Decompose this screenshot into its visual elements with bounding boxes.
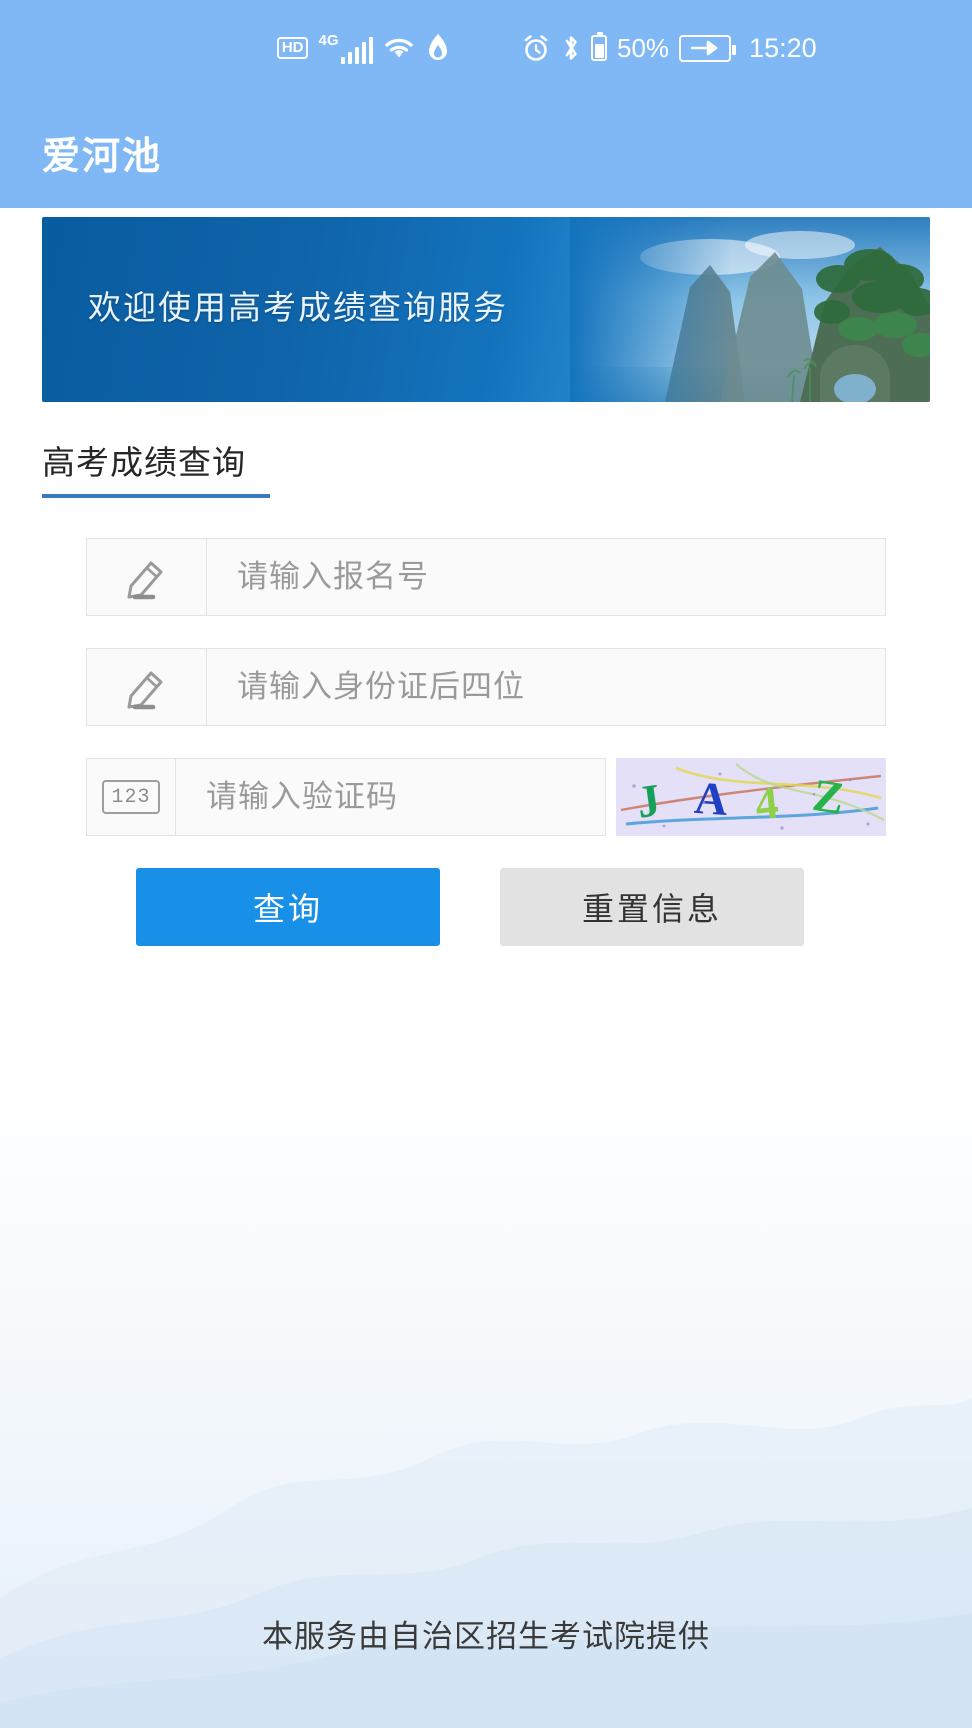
- captcha-char-2: A: [693, 772, 730, 825]
- id-last-four-field[interactable]: [86, 648, 886, 726]
- charging-battery-icon: [679, 34, 737, 62]
- footer-note: 本服务由自治区招生考试院提供: [262, 1619, 710, 1654]
- app-bar: 爱河池: [0, 96, 972, 208]
- wifi-icon: [383, 35, 415, 61]
- form-actions: 查询 重置信息: [86, 868, 886, 946]
- pencil-icon: [87, 539, 207, 615]
- welcome-banner: 欢迎使用高考成绩查询服务: [42, 217, 930, 402]
- score-query-form: 123 J A 4 Z: [86, 538, 886, 946]
- numeric-123-glyph: 123: [102, 780, 160, 814]
- app-title: 爱河池: [42, 135, 163, 178]
- tab-gaokao-score-query[interactable]: 高考成绩查询: [42, 436, 930, 484]
- tab-active-underline: [42, 494, 270, 498]
- bluetooth-icon: [561, 33, 581, 63]
- numeric-123-icon: 123: [87, 759, 176, 835]
- registration-number-field[interactable]: [86, 538, 886, 616]
- phone-screen: HD 4G 50% 15:20 爱河池 欢迎使用高考成绩查询服务 高考成绩查询 …: [0, 0, 972, 1728]
- captcha-image[interactable]: J A 4 Z: [616, 758, 886, 836]
- alarm-icon: [521, 33, 551, 63]
- signal-bars-icon: 4G: [318, 33, 373, 64]
- battery-percent: 50%: [617, 33, 670, 63]
- registration-number-input[interactable]: [207, 539, 885, 615]
- battery-icon: [591, 32, 607, 61]
- id-last-four-input[interactable]: [207, 649, 885, 725]
- reset-info-button[interactable]: 重置信息: [500, 868, 804, 946]
- pencil-icon: [87, 649, 207, 725]
- captcha-field[interactable]: 123: [86, 758, 606, 836]
- status-bar-clock: 15:20: [749, 32, 817, 63]
- captcha-row: 123 J A 4 Z: [86, 758, 886, 836]
- page-content: 欢迎使用高考成绩查询服务 高考成绩查询 请输入报名号 请输入身份证后四位 123…: [0, 208, 972, 1728]
- banner-title: 欢迎使用高考成绩查询服务: [88, 289, 508, 326]
- hotspot-icon: [425, 33, 451, 63]
- captcha-input[interactable]: [176, 759, 605, 835]
- status-bar: HD 4G 50% 15:20: [0, 0, 972, 96]
- submit-query-button[interactable]: 查询: [136, 868, 440, 946]
- section-tab-row: 高考成绩查询: [42, 436, 930, 498]
- banner-landscape-image: [570, 217, 930, 402]
- hd-icon: HD: [276, 37, 309, 59]
